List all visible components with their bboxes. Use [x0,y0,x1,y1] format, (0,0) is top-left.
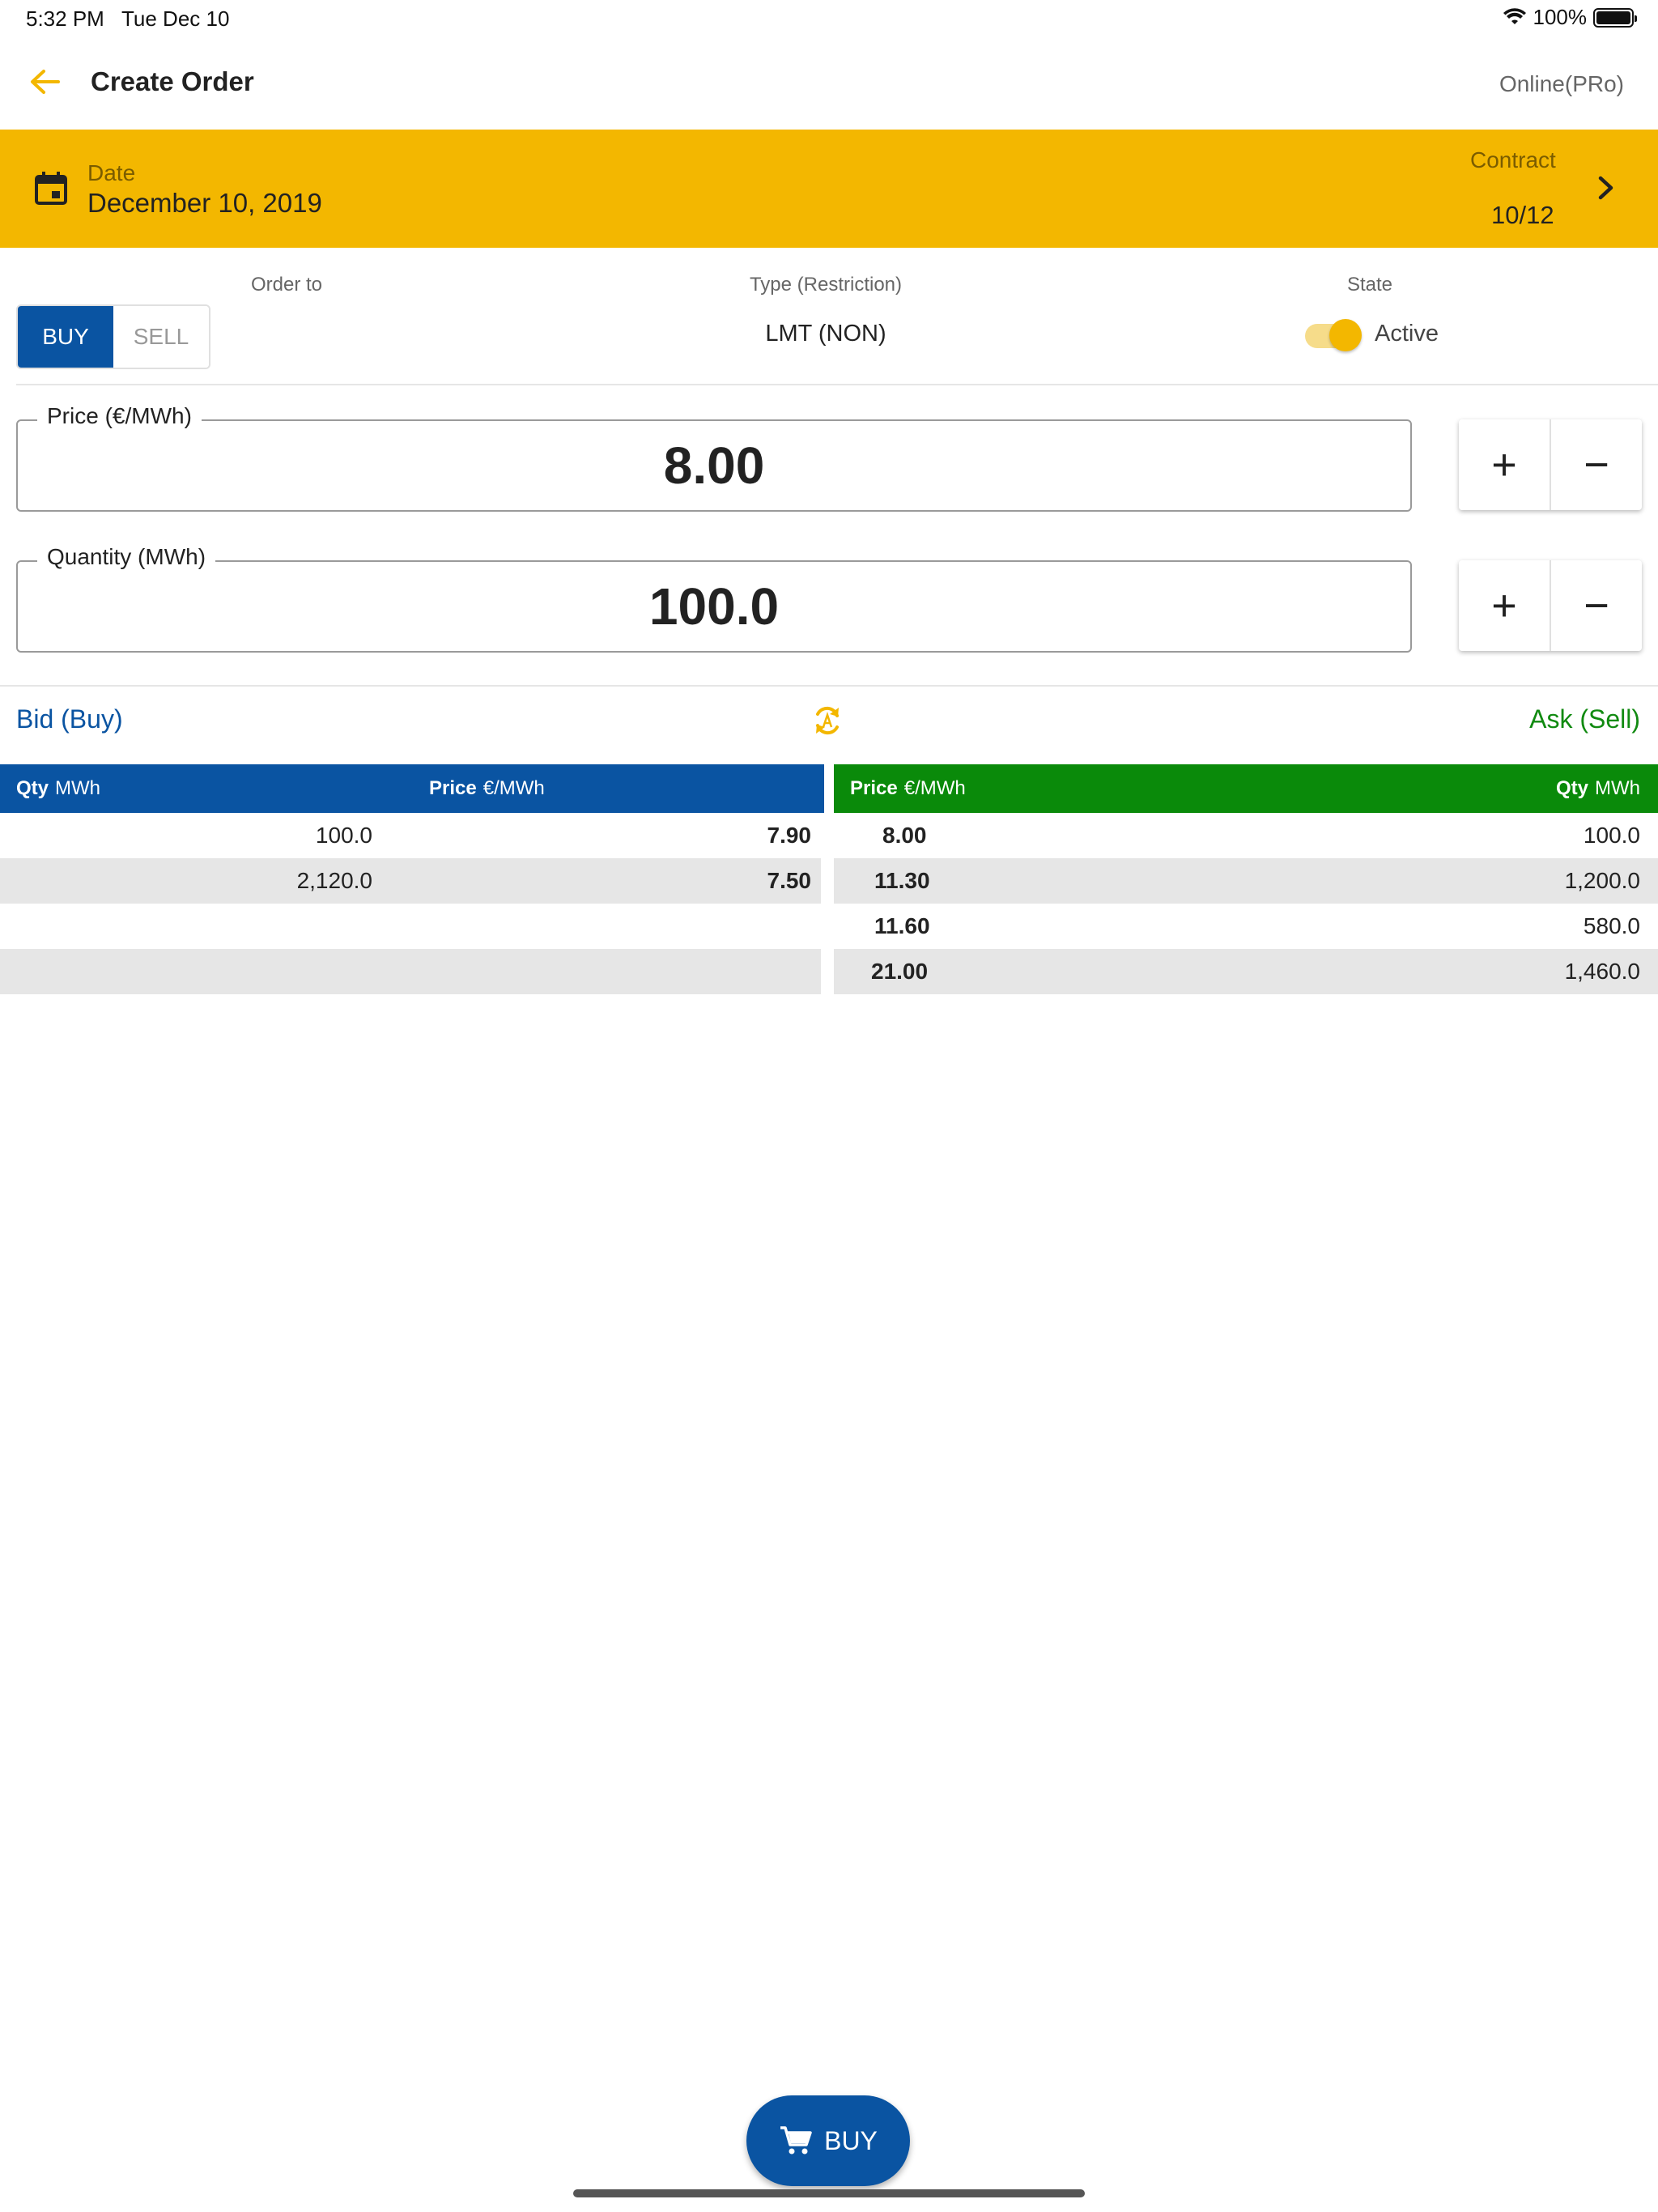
date-value[interactable]: December 10, 2019 [87,188,322,219]
connection-status: Online(PRo) [1499,71,1624,96]
bid-price-header: Price €/MWh [429,777,545,799]
back-arrow-icon[interactable] [28,65,62,99]
bid-table: Qty MWh Price €/MWh 100.0 7.90 2,120.0 7.5… [0,764,824,994]
bid-price: 7.50 [767,868,812,893]
buy-side-button[interactable]: BUY [18,306,113,368]
auto-refresh-icon[interactable] [810,703,845,738]
price-field[interactable]: Price (€/MWh) 8.00 [16,403,1412,512]
price-value[interactable]: 8.00 [18,436,1410,496]
price-stepper: + − [1459,419,1642,510]
order-to-label: Order to [250,274,323,296]
battery-percent: 100% [1533,5,1588,29]
bid-qty [0,904,372,949]
state-label: State [1346,274,1393,296]
sell-side-button[interactable]: SELL [113,306,209,368]
quantity-value[interactable]: 100.0 [18,576,1410,636]
ask-table-header: Price €/MWh Qty MWh [834,764,1658,813]
date-label: Date [87,160,136,185]
quantity-increment-button[interactable]: + [1459,560,1550,651]
ask-price: 11.60 [874,913,930,938]
ask-row[interactable]: 8.00 100.0 [834,813,1658,858]
type-label: Type (Restriction) [749,274,903,296]
bid-row [0,904,821,949]
buy-order-label: BUY [824,2125,878,2155]
ask-title: Ask (Sell) [1529,704,1640,734]
contract-label: Contract [1470,147,1556,172]
bid-row[interactable]: 2,120.0 7.50 [0,858,821,904]
buy-order-button[interactable]: BUY [746,2095,910,2186]
order-side-toggle: BUY SELL [16,304,210,369]
page-title: Create Order [91,66,254,96]
ask-price: 8.00 [882,823,927,848]
bid-row[interactable]: 100.0 7.90 [0,813,821,858]
price-increment-button[interactable]: + [1459,419,1550,510]
bid-title: Bid (Buy) [16,704,123,734]
ask-qty-header: Qty MWh [1555,777,1640,799]
bid-qty-header: Qty MWh [16,777,101,799]
ask-price: 21.00 [871,959,929,984]
bid-qty [0,949,372,994]
bid-price [372,904,811,949]
date-contract-banner: Date December 10, 2019 Contract 10/12 [0,130,1658,248]
quantity-stepper: + − [1459,560,1642,651]
contract-value[interactable]: 10/12 [1491,201,1554,230]
ask-row[interactable]: 11.60 580.0 [834,904,1658,949]
wifi-icon [1503,7,1526,24]
ask-qty: 1,200.0 [1564,868,1640,893]
home-indicator[interactable] [573,2189,1085,2197]
calendar-icon [35,172,67,205]
divider [16,384,1658,385]
bid-price [372,949,811,994]
ask-qty: 1,460.0 [1564,959,1640,984]
quantity-field[interactable]: Quantity (MWh) 100.0 [16,544,1412,653]
app-bar: Create Order Online(PRo) [0,39,1658,130]
ask-price-header: Price €/MWh [850,777,966,799]
status-date: Tue Dec 10 [121,6,230,31]
state-value: Active [1375,321,1439,347]
price-label: Price (€/MWh) [37,403,202,429]
chevron-right-icon[interactable] [1592,172,1619,204]
status-bar: 5:32 PM Tue Dec 10 100% [0,0,1658,39]
divider [0,685,1658,687]
ask-price: 11.30 [874,868,930,893]
ask-row[interactable]: 21.00 1,460.0 [834,949,1658,994]
ask-row[interactable]: 11.30 1,200.0 [834,858,1658,904]
ask-qty: 100.0 [1583,823,1640,848]
cart-icon [780,2126,812,2155]
bid-qty: 100.0 [315,823,372,848]
price-decrement-button[interactable]: − [1550,419,1642,510]
quantity-decrement-button[interactable]: − [1550,560,1642,651]
order-type-value[interactable]: LMT (NON) [712,321,939,347]
ask-qty: 580.0 [1583,913,1640,938]
state-toggle[interactable] [1305,317,1362,353]
status-time: 5:32 PM [26,6,104,31]
bid-table-header: Qty MWh Price €/MWh [0,764,824,813]
ask-table: Price €/MWh Qty MWh 8.00 100.0 11.30 1,200… [834,764,1658,994]
bid-qty: 2,120.0 [296,868,372,893]
bid-row [0,949,821,994]
quantity-label: Quantity (MWh) [37,544,216,570]
bid-price: 7.90 [767,823,812,848]
status-right: 100% [1503,5,1637,30]
battery-icon [1593,7,1637,28]
